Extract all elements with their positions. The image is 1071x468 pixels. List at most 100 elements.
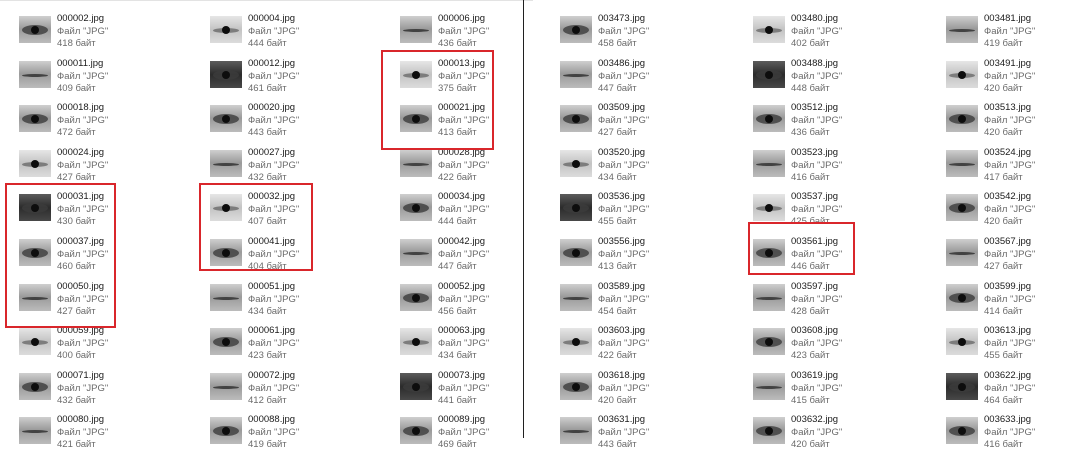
pupil-shape	[222, 26, 230, 34]
file-item[interactable]: 003567.jpg Файл "JPG" 427 байт	[946, 236, 1071, 276]
file-size: 402 байт	[791, 38, 830, 49]
file-name: 000059.jpg	[57, 325, 105, 336]
file-name: 003542.jpg	[984, 191, 1032, 202]
file-size: 472 байт	[57, 127, 96, 138]
file-name: 000020.jpg	[248, 102, 296, 113]
file-item[interactable]: 000018.jpg Файл "JPG" 472 байт	[19, 102, 189, 142]
file-item[interactable]: 000004.jpg Файл "JPG" 444 байт	[210, 13, 380, 53]
file-item[interactable]: 003631.jpg Файл "JPG" 443 байт	[560, 414, 730, 454]
file-size: 432 байт	[57, 395, 96, 406]
file-info: 003542.jpg Файл "JPG" 420 байт	[984, 191, 1035, 229]
file-size: 420 байт	[984, 127, 1023, 138]
file-item[interactable]: 003608.jpg Файл "JPG" 423 байт	[753, 325, 923, 365]
file-name: 000088.jpg	[248, 414, 296, 425]
file-item[interactable]: 003491.jpg Файл "JPG" 420 байт	[946, 58, 1071, 98]
eye-photo-thumbnail-icon	[560, 373, 592, 400]
pupil-shape	[222, 249, 230, 257]
eye-photo-thumbnail-icon	[946, 284, 978, 311]
file-info: 003619.jpg Файл "JPG" 415 байт	[791, 370, 842, 408]
file-name: 003488.jpg	[791, 58, 839, 69]
file-size: 448 байт	[791, 83, 830, 94]
pupil-shape	[31, 26, 39, 34]
file-item[interactable]: 000031.jpg Файл "JPG" 430 байт	[19, 191, 189, 231]
file-item[interactable]: 003613.jpg Файл "JPG" 455 байт	[946, 325, 1071, 365]
file-item[interactable]: 003486.jpg Файл "JPG" 447 байт	[560, 58, 730, 98]
file-type: Файл "JPG"	[791, 293, 843, 305]
eye-photo-thumbnail-icon	[753, 328, 785, 355]
file-item[interactable]: 003488.jpg Файл "JPG" 448 байт	[753, 58, 923, 98]
file-item[interactable]: 003622.jpg Файл "JPG" 464 байт	[946, 370, 1071, 410]
file-info: 000024.jpg Файл "JPG" 427 байт	[57, 147, 108, 185]
file-item[interactable]: 000027.jpg Файл "JPG" 432 байт	[210, 147, 380, 187]
file-item[interactable]: 003633.jpg Файл "JPG" 416 байт	[946, 414, 1071, 454]
file-item[interactable]: 000088.jpg Файл "JPG" 419 байт	[210, 414, 380, 454]
file-item[interactable]: 000050.jpg Файл "JPG" 427 байт	[19, 281, 189, 321]
file-item[interactable]: 003556.jpg Файл "JPG" 413 байт	[560, 236, 730, 276]
pupil-shape	[572, 383, 580, 391]
file-name: 000031.jpg	[57, 191, 105, 202]
file-item[interactable]: 003632.jpg Файл "JPG" 420 байт	[753, 414, 923, 454]
file-item[interactable]: 003619.jpg Файл "JPG" 415 байт	[753, 370, 923, 410]
file-info: 000012.jpg Файл "JPG" 461 байт	[248, 58, 299, 96]
file-item[interactable]: 003473.jpg Файл "JPG" 458 байт	[560, 13, 730, 53]
file-item[interactable]: 003513.jpg Файл "JPG" 420 байт	[946, 102, 1071, 142]
file-item[interactable]: 000032.jpg Файл "JPG" 407 байт	[210, 191, 380, 231]
file-item[interactable]: 000072.jpg Файл "JPG" 412 байт	[210, 370, 380, 410]
pupil-shape	[572, 249, 580, 257]
file-size: 432 байт	[248, 172, 287, 183]
file-type: Файл "JPG"	[57, 159, 109, 171]
pupil-shape	[958, 71, 966, 79]
pupil-shape	[765, 427, 773, 435]
file-item[interactable]: 003597.jpg Файл "JPG" 428 байт	[753, 281, 923, 321]
eye-photo-thumbnail-icon	[210, 328, 242, 355]
file-item[interactable]: 003523.jpg Файл "JPG" 416 байт	[753, 147, 923, 187]
pupil-shape	[572, 160, 580, 168]
file-item[interactable]: 000011.jpg Файл "JPG" 409 байт	[19, 58, 189, 98]
file-item[interactable]: 000059.jpg Файл "JPG" 400 байт	[19, 325, 189, 365]
file-type: Файл "JPG"	[57, 25, 109, 37]
pupil-shape	[958, 338, 966, 346]
file-item[interactable]: 000024.jpg Файл "JPG" 427 байт	[19, 147, 189, 187]
eye-photo-thumbnail-icon	[560, 16, 592, 43]
file-item[interactable]: 003599.jpg Файл "JPG" 414 байт	[946, 281, 1071, 321]
file-info: 003561.jpg Файл "JPG" 446 байт	[791, 236, 842, 274]
file-name: 003513.jpg	[984, 102, 1032, 113]
file-item[interactable]: 000080.jpg Файл "JPG" 421 байт	[19, 414, 189, 454]
file-name: 003608.jpg	[791, 325, 839, 336]
file-item[interactable]: 000061.jpg Файл "JPG" 423 байт	[210, 325, 380, 365]
file-item[interactable]: 003618.jpg Файл "JPG" 420 байт	[560, 370, 730, 410]
file-item[interactable]: 000037.jpg Файл "JPG" 460 байт	[19, 236, 189, 276]
file-size: 464 байт	[984, 395, 1023, 406]
file-info: 003520.jpg Файл "JPG" 434 байт	[598, 147, 649, 185]
pupil-shape	[31, 249, 39, 257]
file-info: 000041.jpg Файл "JPG" 404 байт	[248, 236, 299, 274]
file-info: 003536.jpg Файл "JPG" 455 байт	[598, 191, 649, 229]
file-item[interactable]: 003536.jpg Файл "JPG" 455 байт	[560, 191, 730, 231]
file-item[interactable]: 003524.jpg Файл "JPG" 417 байт	[946, 147, 1071, 187]
file-item[interactable]: 003589.jpg Файл "JPG" 454 байт	[560, 281, 730, 321]
file-item[interactable]: 000012.jpg Файл "JPG" 461 байт	[210, 58, 380, 98]
panel-divider	[523, 0, 524, 438]
eye-photo-thumbnail-icon	[560, 239, 592, 266]
file-item[interactable]: 003509.jpg Файл "JPG" 427 байт	[560, 102, 730, 142]
file-item[interactable]: 000071.jpg Файл "JPG" 432 байт	[19, 370, 189, 410]
file-info: 000032.jpg Файл "JPG" 407 байт	[248, 191, 299, 229]
file-item[interactable]: 003603.jpg Файл "JPG" 422 байт	[560, 325, 730, 365]
file-item[interactable]: 000041.jpg Файл "JPG" 404 байт	[210, 236, 380, 276]
file-item[interactable]: 003512.jpg Файл "JPG" 436 байт	[753, 102, 923, 142]
file-size: 400 байт	[57, 350, 96, 361]
file-item[interactable]: 003480.jpg Файл "JPG" 402 байт	[753, 13, 923, 53]
file-item[interactable]: 003481.jpg Файл "JPG" 419 байт	[946, 13, 1071, 53]
file-info: 000006.jpg Файл "JPG" 436 байт	[438, 13, 489, 51]
file-item[interactable]: 003537.jpg Файл "JPG" 425 байт	[753, 191, 923, 231]
file-item[interactable]: 000002.jpg Файл "JPG" 418 байт	[19, 13, 189, 53]
file-name: 000027.jpg	[248, 147, 296, 158]
file-item[interactable]: 003561.jpg Файл "JPG" 446 байт	[753, 236, 923, 276]
eye-photo-thumbnail-icon	[19, 239, 51, 266]
file-item[interactable]: 003542.jpg Файл "JPG" 420 байт	[946, 191, 1071, 231]
file-item[interactable]: 000020.jpg Файл "JPG" 443 байт	[210, 102, 380, 142]
file-item[interactable]: 003520.jpg Файл "JPG" 434 байт	[560, 147, 730, 187]
right-file-grid: 003473.jpg Файл "JPG" 458 байт 003486.jpg Фа…	[527, 0, 1071, 468]
file-item[interactable]: 000051.jpg Файл "JPG" 434 байт	[210, 281, 380, 321]
file-name: 003556.jpg	[598, 236, 646, 247]
